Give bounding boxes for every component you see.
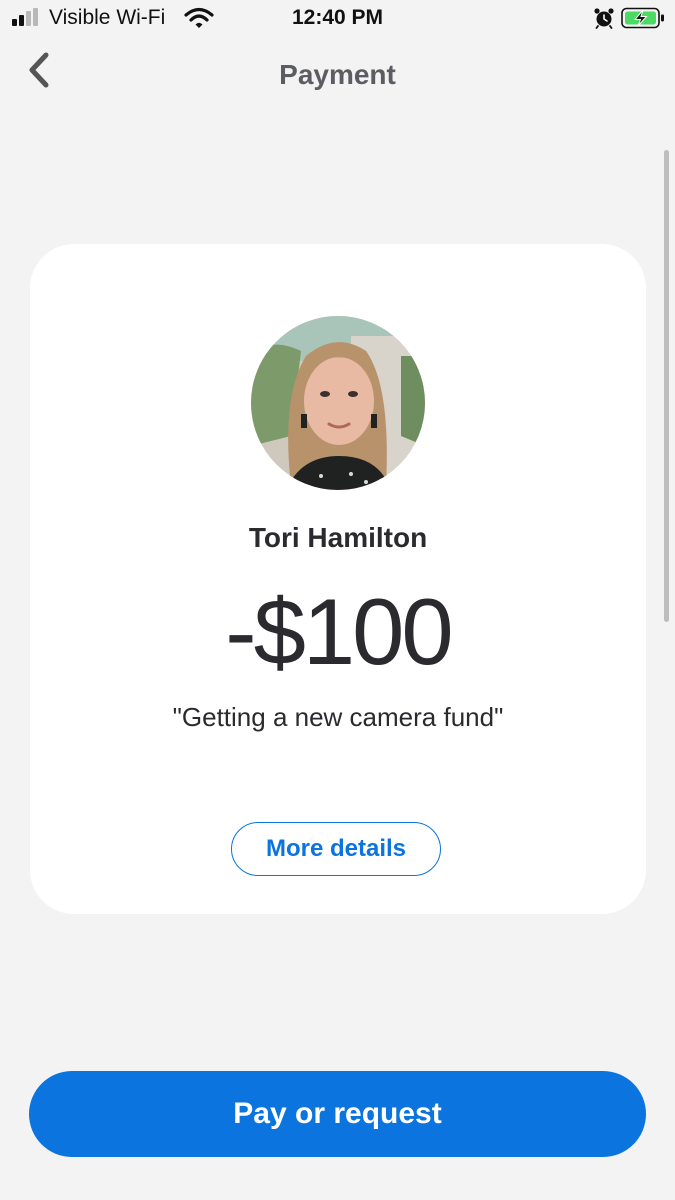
more-details-button[interactable]: More details [231,822,441,876]
payment-amount: -$100 [225,579,453,684]
recipient-name: Tori Hamilton [248,522,428,553]
payment-note: "Getting a new camera fund" [172,702,504,732]
page-title: Payment [279,59,396,90]
battery-charging-icon [621,7,664,29]
status-bar: Visible Wi-Fi 12:40 PM [0,0,675,38]
scrollbar[interactable] [664,150,669,622]
payment-card: Tori Hamilton -$100 "Getting a new camer… [30,244,646,914]
pay-or-request-button[interactable]: Pay or request [29,1071,646,1157]
avatar-photo [251,316,425,490]
clock: 12:40 PM [291,6,384,29]
avatar[interactable] [251,316,425,490]
alarm-icon [594,8,614,29]
